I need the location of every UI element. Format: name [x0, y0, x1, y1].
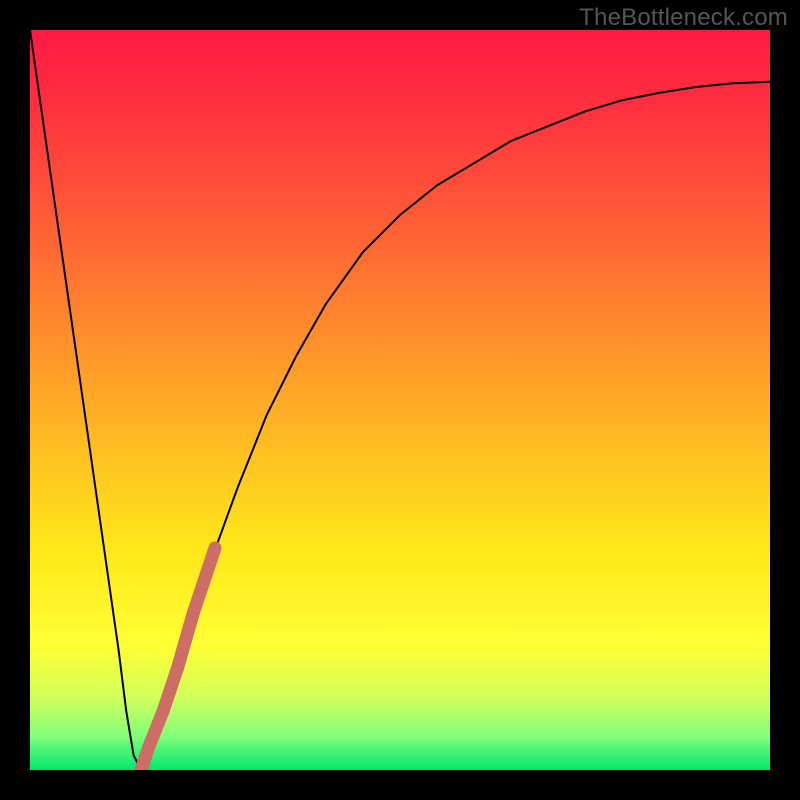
plot-area [30, 30, 770, 770]
highlight-segment [141, 548, 215, 770]
watermark-text: TheBottleneck.com [579, 4, 788, 32]
bottleneck-curve [30, 30, 770, 770]
curves-layer [30, 30, 770, 770]
chart-frame: TheBottleneck.com [0, 0, 800, 800]
